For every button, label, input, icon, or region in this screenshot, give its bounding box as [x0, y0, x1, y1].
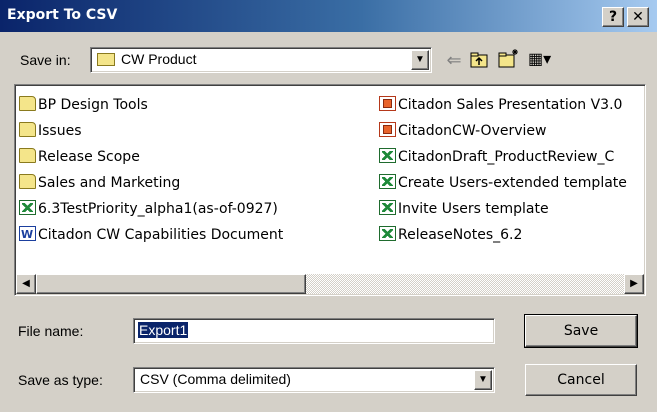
folder-icon: [19, 148, 36, 163]
back-icon[interactable]: ⇐: [444, 50, 464, 70]
close-button[interactable]: ✕: [627, 7, 649, 27]
file-name-value: Export1: [138, 322, 189, 338]
excel-file-icon: [379, 174, 396, 189]
excel-file-icon: [379, 200, 396, 215]
save-as-type-dropdown-arrow[interactable]: ▼: [474, 370, 492, 390]
save-as-type-value: CSV (Comma delimited): [140, 371, 291, 387]
up-one-level-icon[interactable]: [470, 51, 488, 68]
scroll-right-button[interactable]: ▶: [624, 274, 644, 294]
title-bar: Export To CSV ? ✕: [0, 0, 657, 32]
view-menu-icon[interactable]: ▦▾: [528, 50, 562, 70]
excel-file-icon: [379, 226, 396, 241]
list-item[interactable]: Release Scope: [19, 147, 140, 167]
list-item[interactable]: Citadon Sales Presentation V3.0: [379, 95, 643, 115]
list-item[interactable]: 6.3TestPriority_alpha1(as-of-0927): [19, 199, 278, 219]
folder-icon: [97, 53, 115, 66]
file-list[interactable]: BP Design Tools Issues Release Scope Sal…: [14, 84, 646, 296]
list-item[interactable]: Create Users-extended template: [379, 173, 643, 193]
cancel-button[interactable]: Cancel: [525, 364, 637, 396]
scroll-left-button[interactable]: ◀: [16, 274, 36, 294]
save-in-value: CW Product: [121, 51, 197, 67]
save-button[interactable]: Save: [524, 314, 638, 348]
window-title: Export To CSV: [7, 7, 118, 23]
list-item[interactable]: ReleaseNotes_6.2: [379, 225, 643, 245]
list-item[interactable]: Citadon CW Capabilities Document: [19, 225, 283, 245]
scroll-thumb[interactable]: [36, 274, 306, 294]
save-in-dropdown-arrow[interactable]: ▼: [411, 50, 429, 70]
save-as-type-label: Save as type:: [18, 372, 103, 388]
help-button[interactable]: ?: [602, 7, 624, 27]
create-new-folder-icon[interactable]: [498, 47, 520, 69]
folder-icon: [19, 122, 36, 137]
list-item[interactable]: CitadonCW-Overview: [379, 121, 643, 141]
powerpoint-file-icon: [379, 122, 396, 137]
folder-icon: [19, 96, 36, 111]
list-item[interactable]: Sales and Marketing: [19, 173, 180, 193]
list-item[interactable]: BP Design Tools: [19, 95, 148, 115]
save-as-type-dropdown[interactable]: CSV (Comma delimited) ▼: [133, 367, 495, 393]
excel-file-icon: [19, 200, 36, 215]
word-file-icon: [19, 225, 36, 245]
list-item[interactable]: Issues: [19, 121, 82, 141]
file-name-label: File name:: [18, 323, 84, 339]
excel-file-icon: [379, 148, 396, 163]
powerpoint-file-icon: [379, 96, 396, 111]
folder-icon: [19, 174, 36, 189]
save-in-label: Save in:: [20, 52, 71, 68]
list-item[interactable]: CitadonDraft_ProductReview_C: [379, 147, 643, 167]
list-item[interactable]: Invite Users template: [379, 199, 643, 219]
horizontal-scrollbar[interactable]: ◀ ▶: [16, 274, 644, 294]
save-in-dropdown[interactable]: CW Product ▼: [90, 47, 432, 73]
file-name-input[interactable]: Export1: [133, 318, 495, 344]
